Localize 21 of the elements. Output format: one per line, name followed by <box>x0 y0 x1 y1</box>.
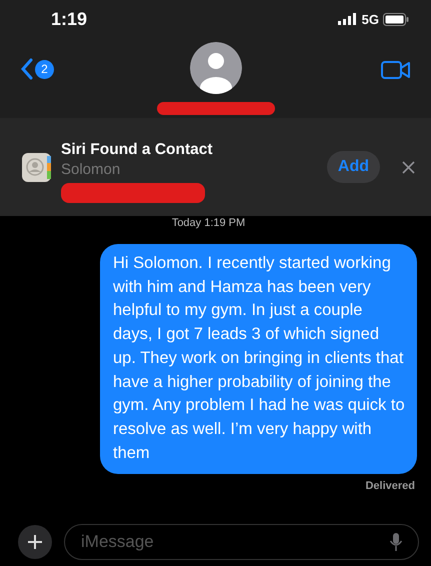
battery-icon <box>383 12 409 26</box>
add-button[interactable]: Add <box>326 151 380 183</box>
video-camera-icon[interactable] <box>381 60 411 80</box>
close-icon[interactable] <box>402 160 415 174</box>
timestamp: Today 1:19 PM <box>172 217 246 229</box>
add-attachment-button[interactable] <box>18 525 52 559</box>
back-button[interactable]: 2 <box>20 58 54 80</box>
unread-badge: 2 <box>35 60 54 78</box>
message-bubble: Hi Solomon. I recently started working with him and Hamza has been very helpful to my gym. In just a couple days, I got 7 leads 3 of which signed up. They work on bringing in clients that have a higher probability of joining the gym. Any problem I had he was quick to resolve as well. I’m very happy with them <box>100 244 417 474</box>
contacts-app-icon <box>22 152 51 182</box>
status-time: 1:19 <box>51 8 88 30</box>
microphone-icon[interactable] <box>389 532 403 552</box>
contact-avatar-icon[interactable] <box>190 42 242 94</box>
message-field[interactable]: iMessage <box>64 524 419 560</box>
banner-title: Siri Found a Contact <box>61 141 214 159</box>
chevron-left-icon <box>20 58 33 80</box>
plus-icon <box>27 534 43 550</box>
contact-name: Solomon <box>61 161 122 178</box>
signal-icon <box>338 13 358 25</box>
network-label: 5G <box>362 12 379 26</box>
delivery-status: Delivered <box>365 480 415 492</box>
